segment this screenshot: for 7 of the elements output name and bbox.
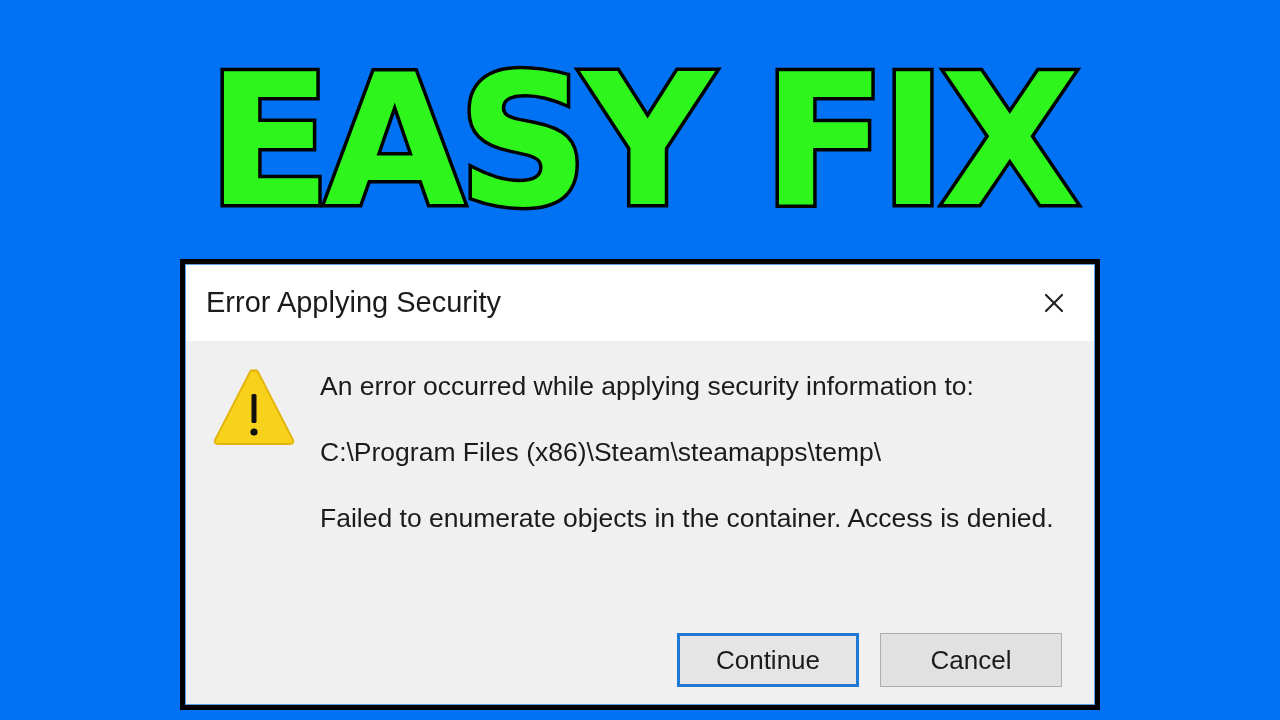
- message-text: Failed to enumerate objects in the container. Access is denied.: [320, 503, 1054, 533]
- file-path-text: C:\Program Files (x86)\Steam\steamapps\temp\: [320, 437, 883, 467]
- window-title: Error Applying Security: [206, 285, 501, 321]
- cancel-button[interactable]: Cancel: [880, 633, 1062, 687]
- continue-button[interactable]: Continue: [677, 633, 859, 687]
- message-text: An error occurred while applying security information to:: [320, 371, 975, 401]
- warning-icon: [213, 368, 295, 446]
